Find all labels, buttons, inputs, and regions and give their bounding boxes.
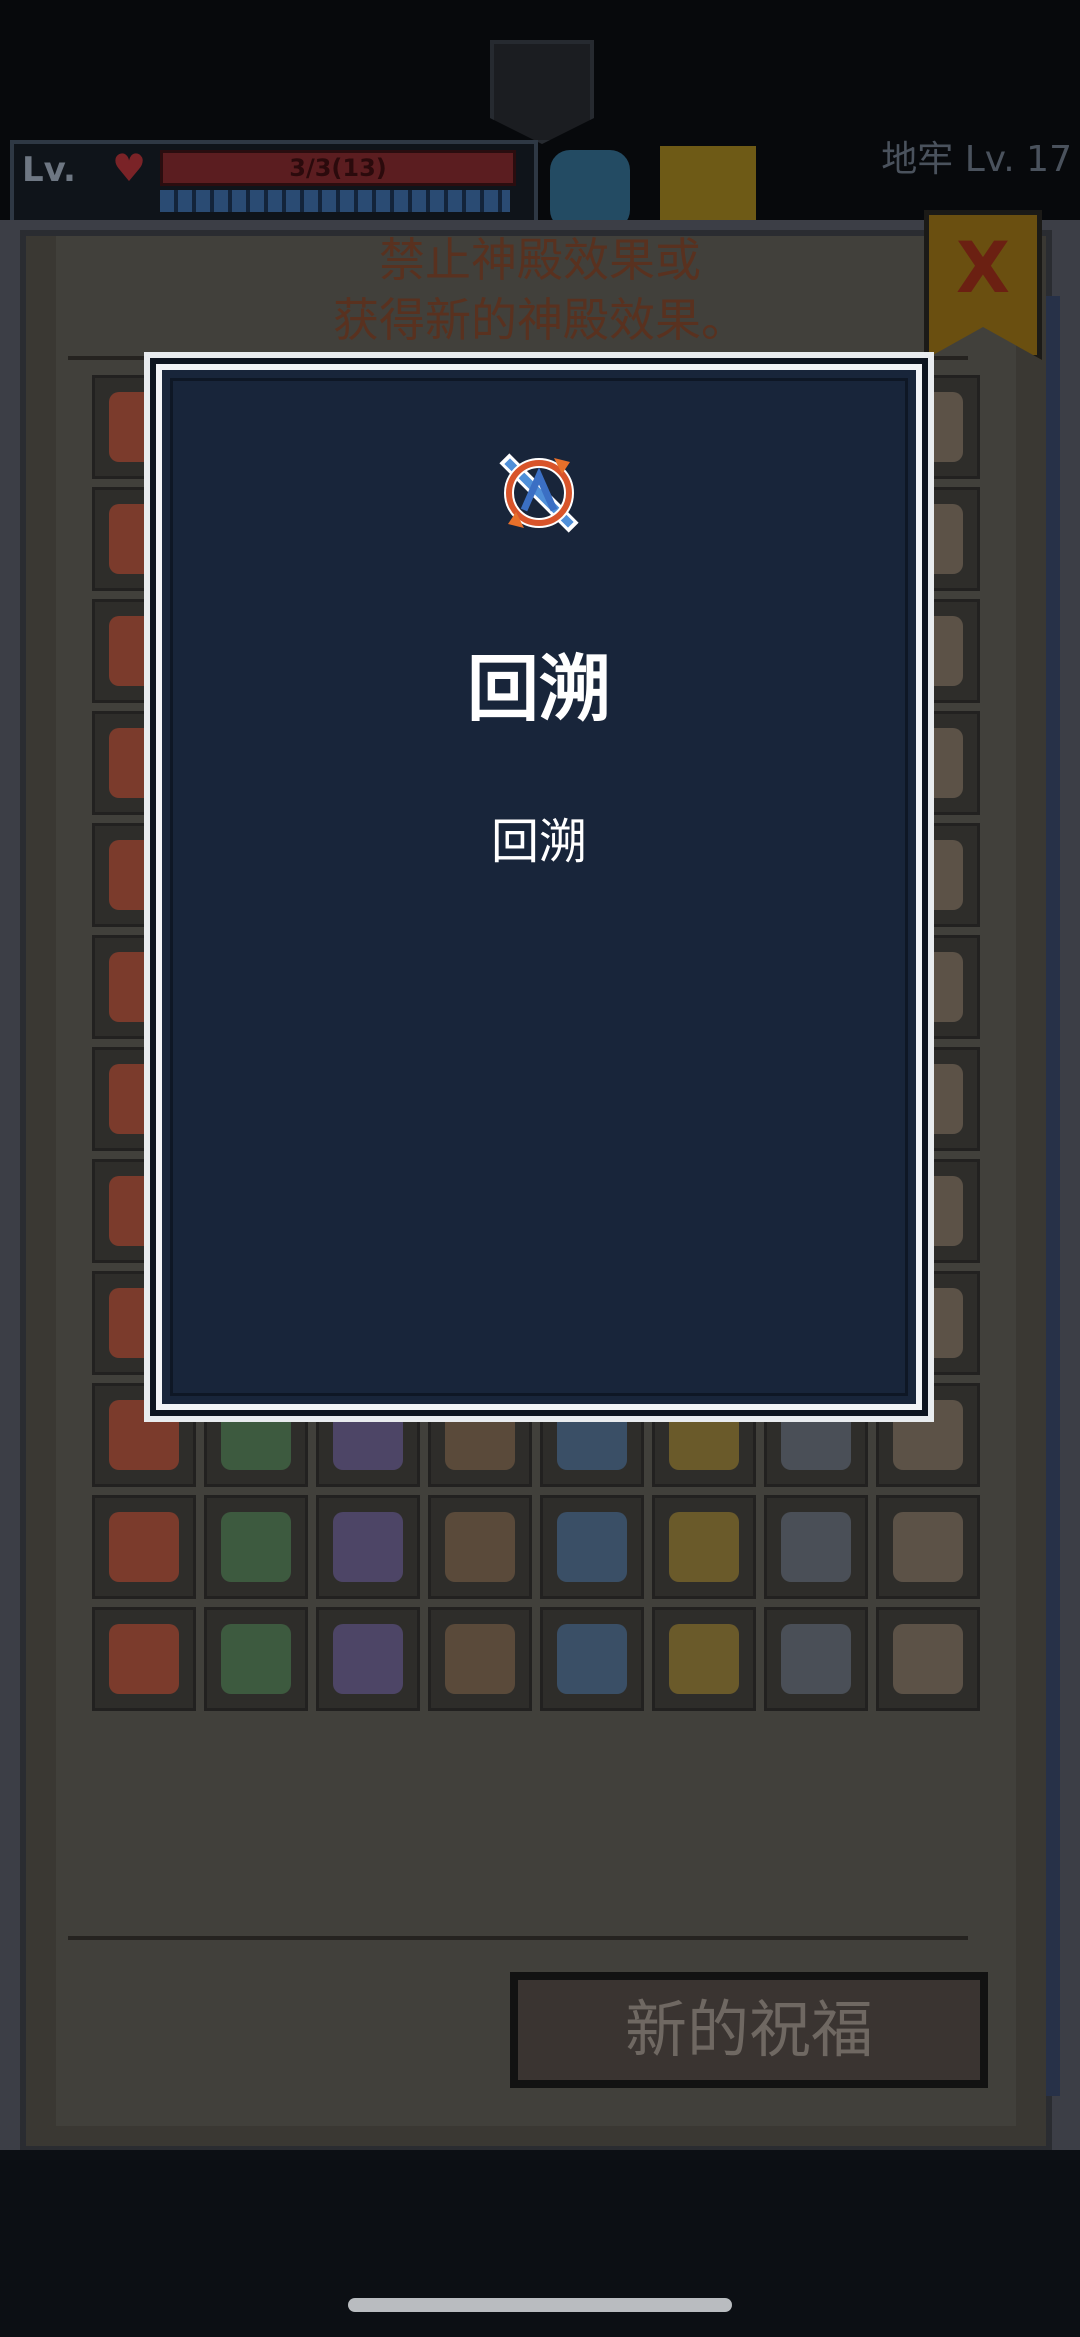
heart-icon: ♥ <box>112 146 147 190</box>
blue-brush-icon <box>557 1624 627 1694</box>
item-slot[interactable] <box>540 1607 644 1711</box>
item-slot[interactable] <box>92 1607 196 1711</box>
slime-icon <box>445 1624 515 1694</box>
helmet-icon <box>781 1624 851 1694</box>
item-slot[interactable] <box>204 1495 308 1599</box>
chest-icon <box>445 1512 515 1582</box>
item-slot[interactable] <box>652 1495 756 1599</box>
card-icon <box>557 1400 627 1470</box>
heart-icon <box>109 1512 179 1582</box>
dagger-icon <box>557 1512 627 1582</box>
spade-card-icon <box>781 1512 851 1582</box>
stats-button[interactable] <box>660 146 756 230</box>
item-slot[interactable] <box>428 1495 532 1599</box>
rewind-sword-icon <box>499 453 579 533</box>
bandage-icon <box>893 1400 963 1470</box>
item-slot[interactable] <box>316 1495 420 1599</box>
mushroom-icon <box>445 1400 515 1470</box>
no-food-icon <box>109 1400 179 1470</box>
header-line-1: 禁止神殿效果或 <box>379 233 701 287</box>
modal-title: 回溯 <box>466 647 611 731</box>
mana-bar <box>160 190 510 212</box>
hp-bar: 3/3(13) <box>160 150 516 186</box>
trash-can-icon <box>221 1512 291 1582</box>
divider <box>68 1936 968 1940</box>
book-header: 禁止神殿效果或 获得新的神殿效果。 <box>0 230 1080 350</box>
potion-icon <box>333 1512 403 1582</box>
paper-icon <box>669 1400 739 1470</box>
item-slot[interactable] <box>764 1607 868 1711</box>
bone-icon <box>221 1624 291 1694</box>
home-indicator[interactable] <box>348 2298 732 2312</box>
orb-icon <box>781 1400 851 1470</box>
level-label: Lv. <box>22 150 76 190</box>
item-slot[interactable] <box>876 1495 980 1599</box>
top-hud: Lv. ♥ 3/3(13) 地牢 Lv. 17 <box>0 0 1080 238</box>
item-slot[interactable] <box>764 1495 868 1599</box>
item-slot[interactable] <box>652 1607 756 1711</box>
blessing-detail-modal[interactable]: 回溯 回溯 <box>156 364 922 1410</box>
item-slot[interactable] <box>876 1607 980 1711</box>
dungeon-level-label: 地牢 Lv. 17 <box>881 139 1072 180</box>
hammer-icon <box>221 1400 291 1470</box>
gear-icon <box>333 1400 403 1470</box>
purple-brush-icon <box>669 1624 739 1694</box>
book-spine <box>1046 296 1060 2096</box>
item-slot[interactable] <box>540 1495 644 1599</box>
item-slot[interactable] <box>204 1607 308 1711</box>
close-icon: X <box>956 227 1010 309</box>
cat-card-icon <box>669 1512 739 1582</box>
divider <box>68 356 968 360</box>
ghost-icon <box>893 1512 963 1582</box>
flag-icon <box>893 1624 963 1694</box>
new-blessing-button[interactable]: 新的祝福 <box>510 1972 988 2088</box>
diamond-sign-icon <box>333 1624 403 1694</box>
item-slot[interactable] <box>92 1495 196 1599</box>
item-slot[interactable] <box>428 1607 532 1711</box>
item-slot[interactable] <box>316 1607 420 1711</box>
header-line-2: 获得新的神殿效果。 <box>333 293 747 347</box>
heal-button[interactable] <box>550 150 630 230</box>
modal-description: 回溯 <box>490 814 587 870</box>
floor-banner <box>490 40 594 144</box>
torch-icon <box>109 1624 179 1694</box>
